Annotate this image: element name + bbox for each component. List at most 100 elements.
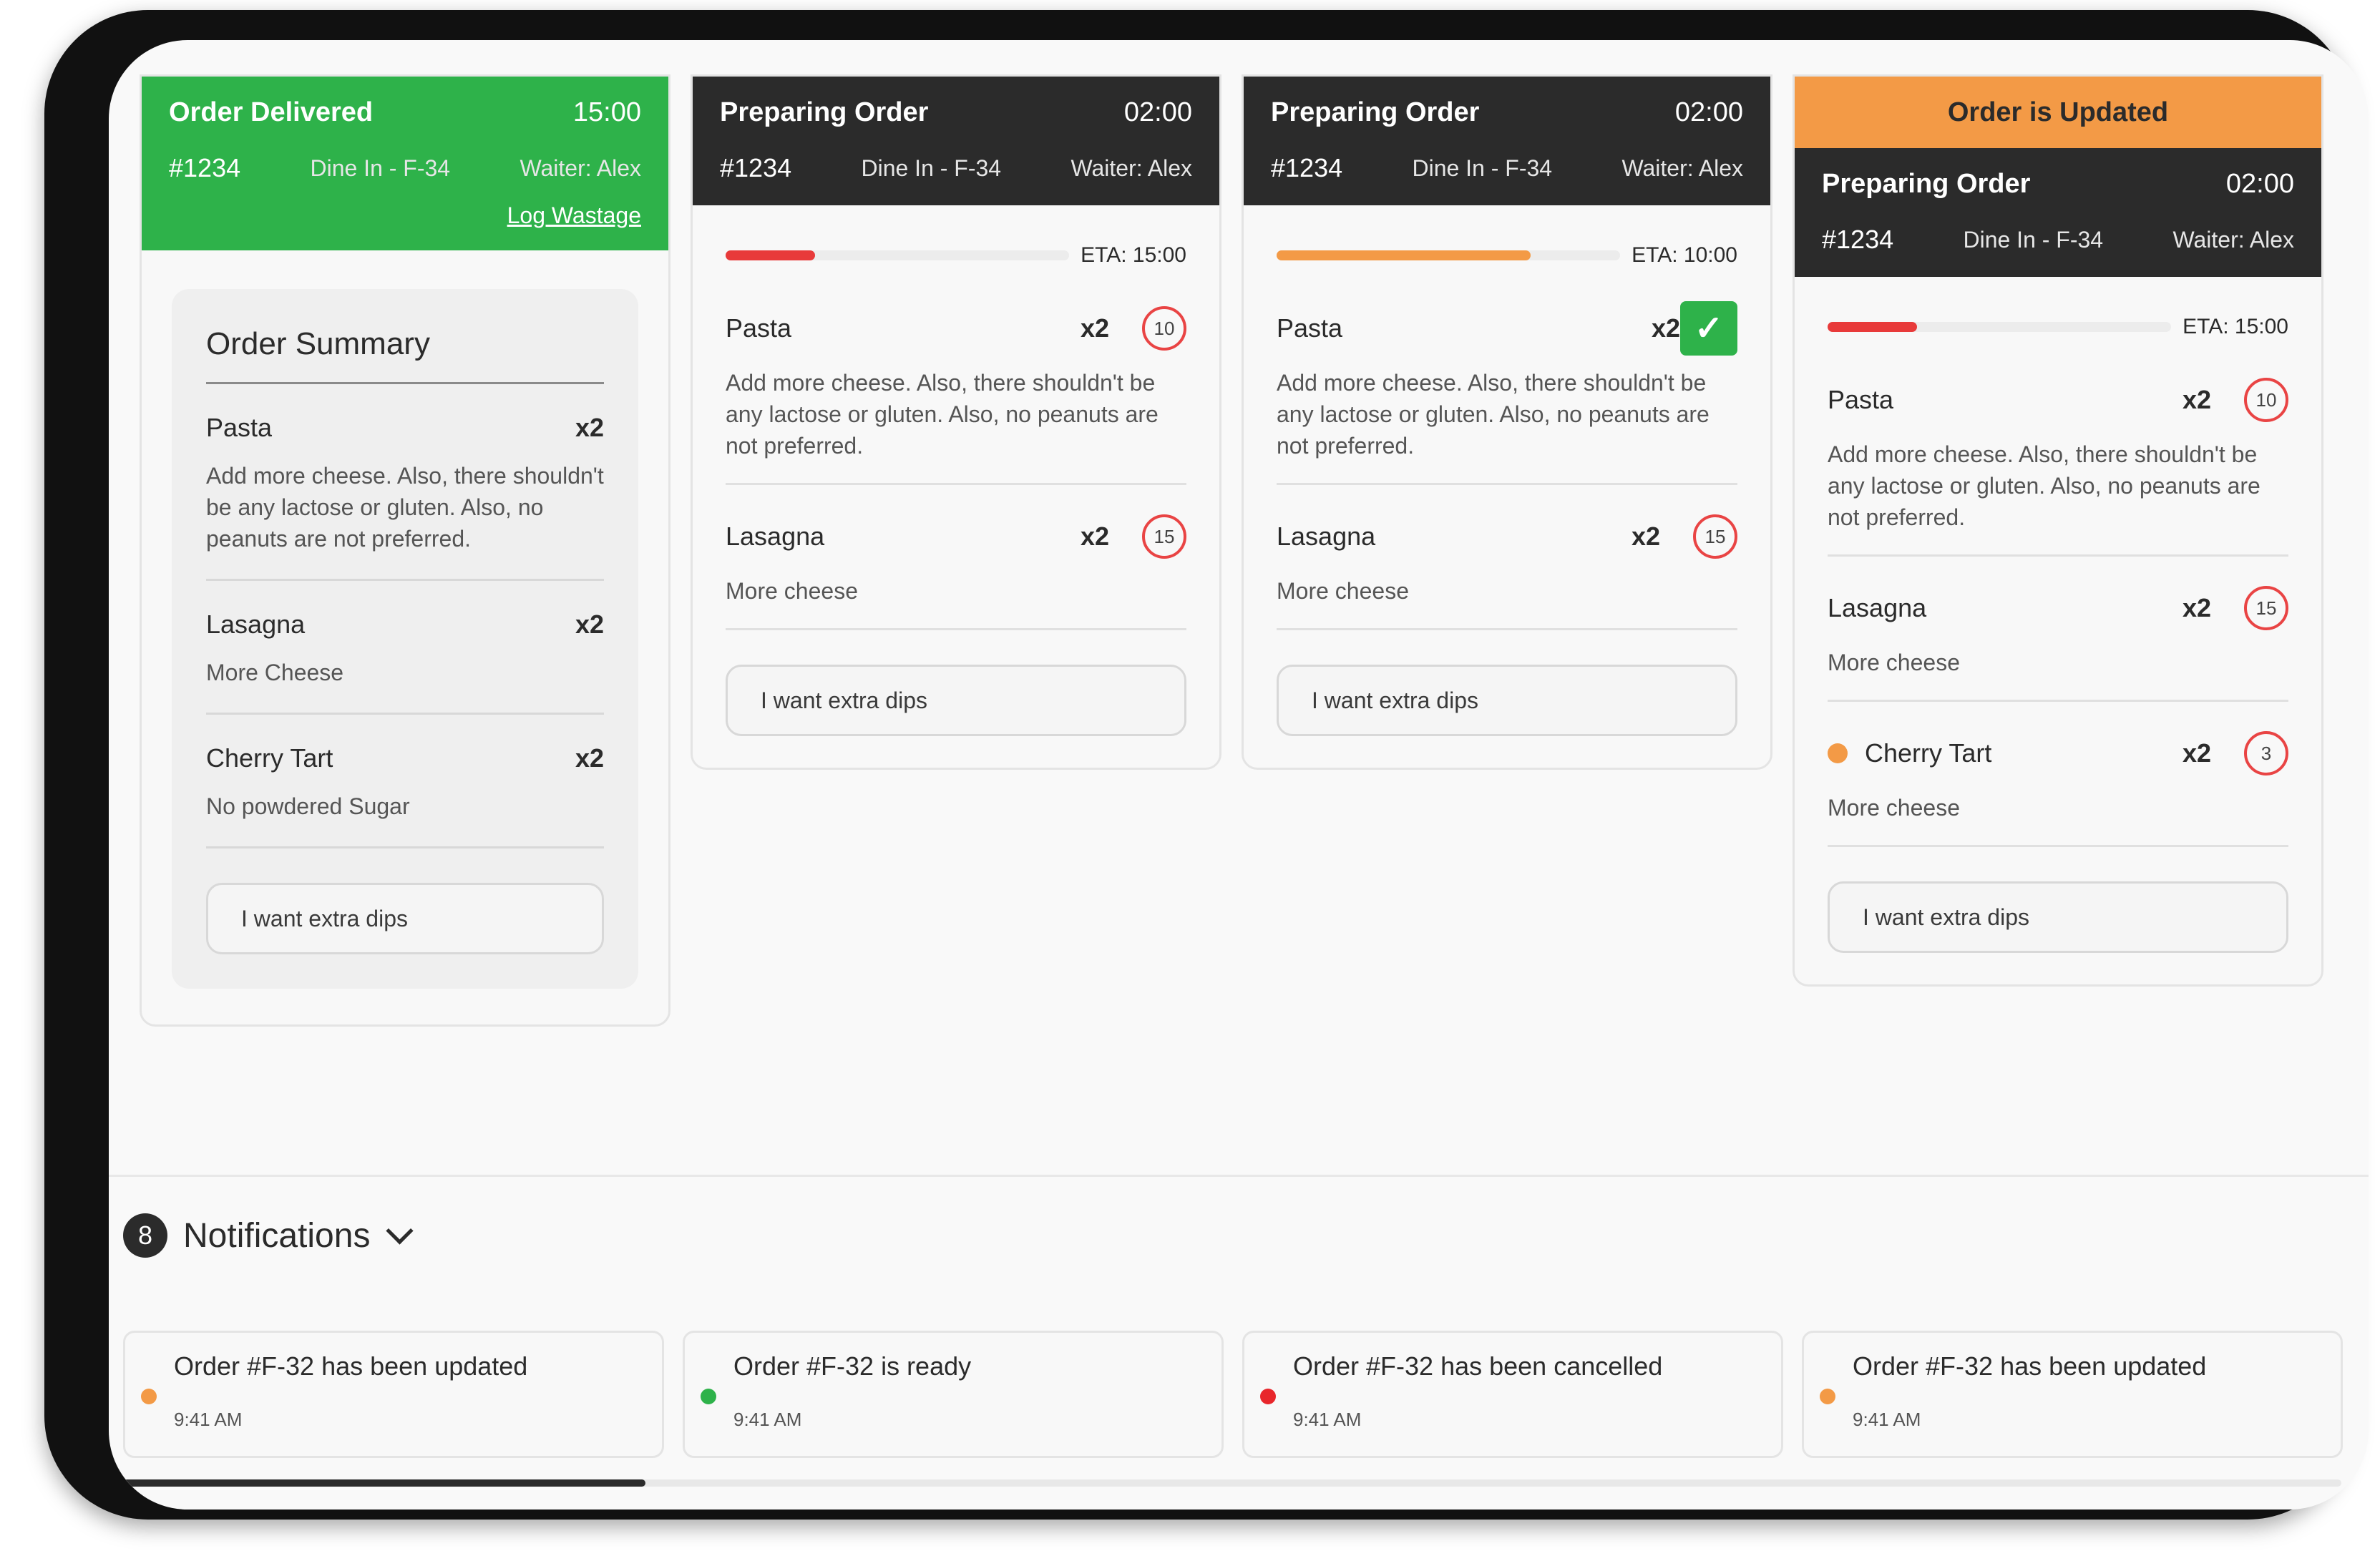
notification-text: Order #F-32 is ready xyxy=(733,1351,972,1381)
notification-text: Order #F-32 has been updated xyxy=(174,1351,528,1381)
list-item: Pasta x2 10 Add more cheese. Also, there s… xyxy=(726,277,1186,485)
progress-row: ETA: 10:00 xyxy=(1277,234,1737,277)
order-summary-title: Order Summary xyxy=(206,326,604,384)
timer-icon[interactable]: 10 xyxy=(1142,306,1186,351)
progress-fill xyxy=(1828,322,1917,332)
item-note: More Cheese xyxy=(206,660,344,685)
progress-bar xyxy=(726,250,1069,260)
order-waiter: Waiter: Alex xyxy=(1621,155,1743,181)
list-item: Lasagna x2 15 More cheese xyxy=(1828,557,2288,702)
item-qty: x2 xyxy=(1080,313,1109,343)
order-time: 02:00 xyxy=(1123,97,1192,127)
order-status: Preparing Order xyxy=(1822,168,2031,199)
item-note: No powdered Sugar xyxy=(206,793,410,819)
list-item: Cherry Tart x2 No powdered Sugar xyxy=(206,715,604,848)
notification-card[interactable]: Order #F-32 has been cancelled 9:41 AM xyxy=(1242,1331,1783,1458)
item-name: Lasagna xyxy=(206,610,306,639)
item-qty: x2 xyxy=(1651,313,1680,343)
notification-card[interactable]: Order #F-32 has been updated 9:41 AM xyxy=(123,1331,664,1458)
item-note: More cheese xyxy=(726,578,858,604)
item-qty: x2 xyxy=(2182,593,2211,622)
special-request-button[interactable]: I want extra dips xyxy=(1277,665,1737,736)
notification-text: Order #F-32 has been updated xyxy=(1853,1351,2207,1381)
section-divider xyxy=(109,1175,2369,1177)
horizontal-scrollbar[interactable] xyxy=(123,1479,2341,1487)
item-name: Pasta xyxy=(726,313,792,343)
progress-row: ETA: 15:00 xyxy=(1828,305,2288,348)
progress-fill xyxy=(726,250,815,260)
notification-card[interactable]: Order #F-32 is ready 9:41 AM xyxy=(683,1331,1224,1458)
order-card-delivered[interactable]: Order Delivered 15:00 #1234 Dine In - F-… xyxy=(140,74,670,1027)
notification-time: 9:41 AM xyxy=(1293,1409,1362,1430)
progress-bar xyxy=(1828,322,2171,332)
list-item: Cherry Tart x2 3 More cheese xyxy=(1828,702,2288,847)
order-time: 02:00 xyxy=(2225,168,2294,199)
check-icon[interactable]: ✓ xyxy=(1680,301,1737,356)
item-qty: x2 xyxy=(575,743,604,773)
list-item: Pasta x2 10 Add more cheese. Also, there s… xyxy=(1828,348,2288,557)
order-waiter: Waiter: Alex xyxy=(1070,155,1192,181)
order-status: Preparing Order xyxy=(720,97,929,127)
order-status: Preparing Order xyxy=(1271,97,1480,127)
item-note: Add more cheese. Also, there shouldn't b… xyxy=(206,463,604,552)
timer-icon[interactable]: 15 xyxy=(1142,514,1186,559)
progress-bar xyxy=(1277,250,1620,260)
notification-count-badge: 8 xyxy=(123,1213,167,1258)
status-dot-icon xyxy=(141,1389,157,1404)
item-name: Cherry Tart xyxy=(206,743,333,773)
item-name: Lasagna xyxy=(1828,593,1927,622)
notification-text: Order #F-32 has been cancelled xyxy=(1293,1351,1663,1381)
screen: Order Delivered 15:00 #1234 Dine In - F-… xyxy=(109,40,2369,1510)
item-name: Lasagna xyxy=(1277,522,1376,551)
item-qty: x2 xyxy=(2182,385,2211,414)
order-table: Dine In - F-34 xyxy=(861,155,1002,181)
timer-icon[interactable]: 10 xyxy=(2244,378,2288,422)
eta-label: ETA: 15:00 xyxy=(1081,243,1186,267)
order-id: #1234 xyxy=(169,153,241,182)
special-request-button[interactable]: I want extra dips xyxy=(206,883,604,954)
item-qty: x2 xyxy=(1631,522,1660,551)
item-name: Cherry Tart xyxy=(1865,738,1992,768)
special-request-button[interactable]: I want extra dips xyxy=(726,665,1186,736)
order-card-updated[interactable]: Order is Updated Preparing Order 02:00 #… xyxy=(1793,74,2323,987)
item-note: More cheese xyxy=(1277,578,1409,604)
list-item: Lasagna x2 15 More cheese xyxy=(1277,485,1737,630)
timer-icon[interactable]: 15 xyxy=(2244,586,2288,630)
chevron-down-icon[interactable] xyxy=(386,1216,414,1245)
eta-label: ETA: 10:00 xyxy=(1632,243,1737,267)
timer-icon[interactable]: 15 xyxy=(1693,514,1737,559)
notifications-title: Notifications xyxy=(183,1216,371,1255)
notification-time: 9:41 AM xyxy=(733,1409,802,1430)
item-note: More cheese xyxy=(1828,795,1960,821)
order-waiter: Waiter: Alex xyxy=(520,155,641,181)
item-qty: x2 xyxy=(575,610,604,639)
order-header: Preparing Order 02:00 #1234 Dine In - F-… xyxy=(1795,148,2321,277)
special-request-button[interactable]: I want extra dips xyxy=(1828,881,2288,953)
order-id: #1234 xyxy=(720,153,792,182)
progress-row: ETA: 15:00 xyxy=(726,234,1186,277)
notifications-header[interactable]: 8 Notifications xyxy=(123,1213,414,1258)
item-name: Pasta xyxy=(206,413,273,442)
log-wastage-link[interactable]: Log Wastage xyxy=(169,202,641,250)
notification-time: 9:41 AM xyxy=(1853,1409,1921,1430)
eta-label: ETA: 15:00 xyxy=(2183,315,2288,338)
item-qty: x2 xyxy=(575,413,604,442)
order-header: Order Delivered 15:00 #1234 Dine In - F-… xyxy=(142,77,668,250)
scrollbar-thumb[interactable] xyxy=(123,1479,645,1487)
order-time: 02:00 xyxy=(1674,97,1743,127)
order-updated-banner: Order is Updated xyxy=(1795,77,2321,148)
order-header: Preparing Order 02:00 #1234 Dine In - F-… xyxy=(1244,77,1770,205)
tablet-frame: Order Delivered 15:00 #1234 Dine In - F-… xyxy=(44,10,2369,1520)
order-card-preparing[interactable]: Preparing Order 02:00 #1234 Dine In - F-… xyxy=(691,74,1221,770)
order-id: #1234 xyxy=(1822,225,1894,254)
notification-card[interactable]: Order #F-32 has been updated 9:41 AM xyxy=(1802,1331,2343,1458)
order-status: Order Delivered xyxy=(169,97,374,127)
order-header: Preparing Order 02:00 #1234 Dine In - F-… xyxy=(693,77,1219,205)
item-qty: x2 xyxy=(2182,738,2211,768)
order-card-preparing[interactable]: Preparing Order 02:00 #1234 Dine In - F-… xyxy=(1242,74,1772,770)
list-item: Pasta x2 Add more cheese. Also, there sho… xyxy=(206,384,604,581)
status-dot-icon xyxy=(1820,1389,1835,1404)
status-dot-icon xyxy=(701,1389,716,1404)
order-waiter: Waiter: Alex xyxy=(2172,226,2294,253)
timer-icon[interactable]: 3 xyxy=(2244,731,2288,776)
